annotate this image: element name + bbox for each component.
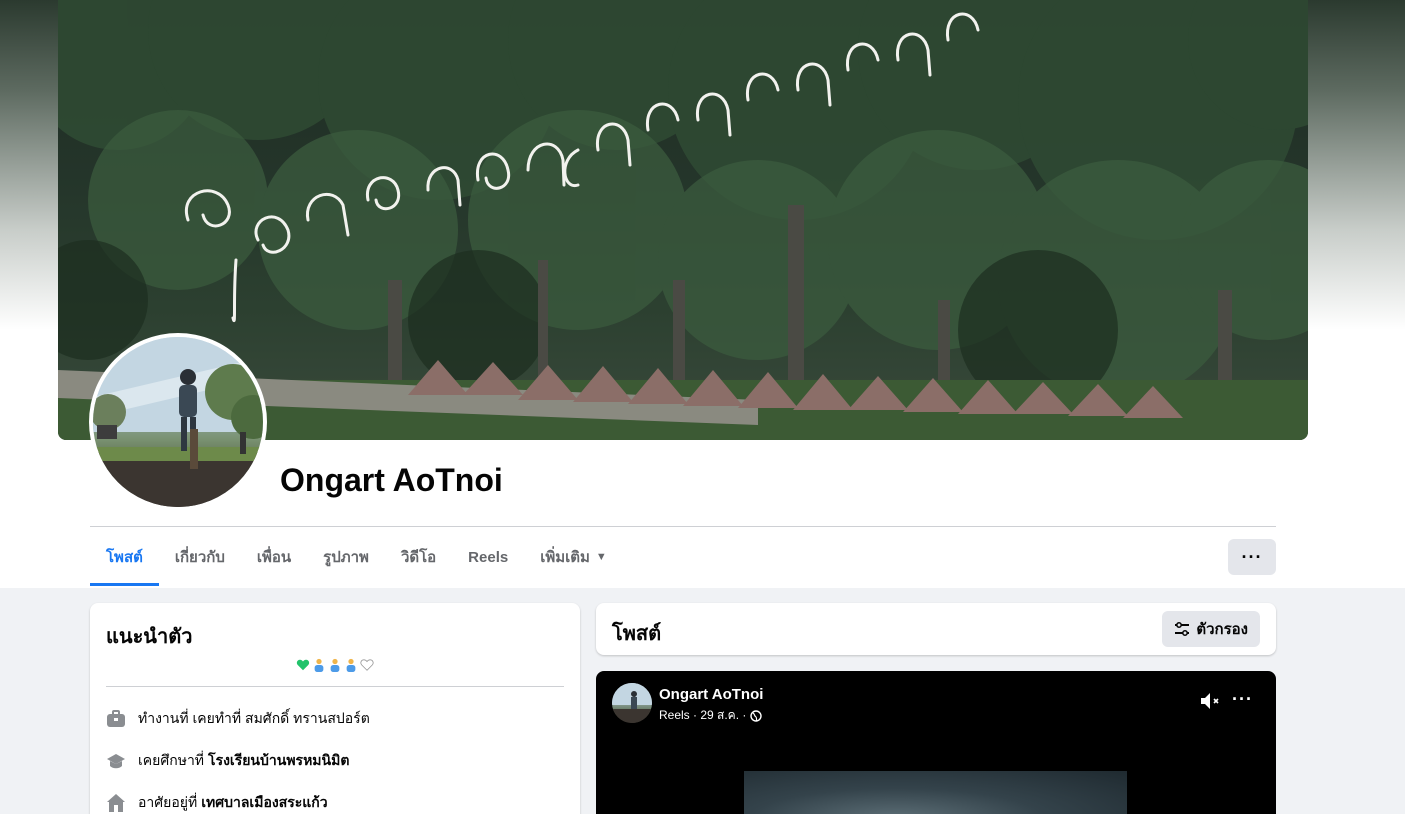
intro-lives-prefix: อาศัยอยู่ที่	[138, 794, 198, 810]
intro-lives-value[interactable]: เทศบาลเมืองสระแก้ว	[201, 792, 327, 814]
profile-picture[interactable]	[89, 333, 267, 511]
posts-title: โพสต์	[612, 623, 662, 645]
intro-lives-row: อาศัยอยู่ที่ เทศบาลเมืองสระแก้ว	[106, 792, 328, 814]
intro-divider	[106, 686, 564, 687]
tab-friends[interactable]: เพื่อน	[241, 528, 307, 586]
mute-icon[interactable]	[1200, 691, 1222, 716]
posts-header-card: โพสต์ ตัวกรอง	[596, 603, 1276, 655]
profile-name: Ongart AoTnoi	[280, 462, 503, 498]
tab-more[interactable]: เพิ่มเติม ▼	[524, 528, 623, 586]
profile-tabs: โพสต์ เกี่ยวกับ เพื่อน รูปภาพ วิดีโอ Ree…	[90, 528, 623, 586]
tab-videos[interactable]: วิดีโอ	[385, 528, 452, 586]
tab-label: เพิ่มเติม	[540, 549, 590, 566]
tab-label: วิดีโอ	[400, 549, 437, 566]
profile-more-button[interactable]: ···	[1228, 539, 1276, 575]
reel-post[interactable]: Ongart AoTnoi Reels · 29 ส.ค. · ···	[596, 671, 1276, 814]
more-dots-icon: ···	[1241, 546, 1263, 567]
person-icon	[330, 659, 340, 673]
reel-author-avatar[interactable]	[612, 683, 652, 723]
reel-author-name[interactable]: Ongart AoTnoi	[659, 686, 763, 703]
intro-title: แนะนำตัว	[106, 626, 193, 648]
tab-label: โพสต์	[106, 549, 143, 566]
tab-label: รูปภาพ	[323, 549, 369, 566]
tab-label: เกี่ยวกับ	[174, 549, 225, 566]
white-heart-icon	[360, 659, 374, 672]
filter-icon	[1174, 621, 1190, 637]
tab-posts[interactable]: โพสต์	[90, 528, 159, 586]
reel-options-button[interactable]: ···	[1232, 689, 1253, 710]
caret-down-icon: ▼	[595, 551, 607, 563]
intro-card: แนะนำตัว ทำงานที่ เคยทำที่ สมศักดิ์ ทราน…	[90, 603, 580, 814]
tab-reels[interactable]: Reels	[452, 528, 524, 586]
graduation-cap-icon	[106, 751, 126, 771]
briefcase-icon	[106, 709, 126, 729]
intro-bio	[90, 656, 580, 673]
intro-education-row: เคยศึกษาที่ โรงเรียนบ้านพรหมนิมิต	[106, 750, 349, 772]
intro-education-prefix: เคยศึกษาที่	[138, 752, 205, 768]
tab-label: Reels	[468, 548, 509, 566]
reel-video-thumbnail[interactable]	[744, 771, 1127, 814]
person-icon	[314, 659, 324, 673]
intro-work-text: ทำงานที่ เคยทำที่ สมศักดิ์ ทรานสปอร์ต	[138, 710, 370, 726]
tab-photos[interactable]: รูปภาพ	[307, 528, 385, 586]
tab-label: เพื่อน	[256, 549, 292, 566]
intro-work-row: ทำงานที่ เคยทำที่ สมศักดิ์ ทรานสปอร์ต	[106, 708, 370, 730]
reel-meta-text: Reels · 29 ส.ค. ·	[659, 708, 747, 722]
person-icon	[346, 659, 356, 673]
header-divider	[90, 526, 1276, 527]
green-heart-icon	[296, 660, 310, 671]
profile-picture-image	[93, 337, 263, 507]
home-icon	[106, 793, 126, 813]
tab-about[interactable]: เกี่ยวกับ	[159, 528, 241, 586]
intro-education-value[interactable]: โรงเรียนบ้านพรหมนิมิต	[208, 750, 349, 772]
filter-label: ตัวกรอง	[1196, 621, 1248, 638]
reel-meta: Reels · 29 ส.ค. ·	[659, 706, 763, 725]
filter-button[interactable]: ตัวกรอง	[1162, 611, 1260, 647]
globe-icon	[750, 709, 763, 722]
